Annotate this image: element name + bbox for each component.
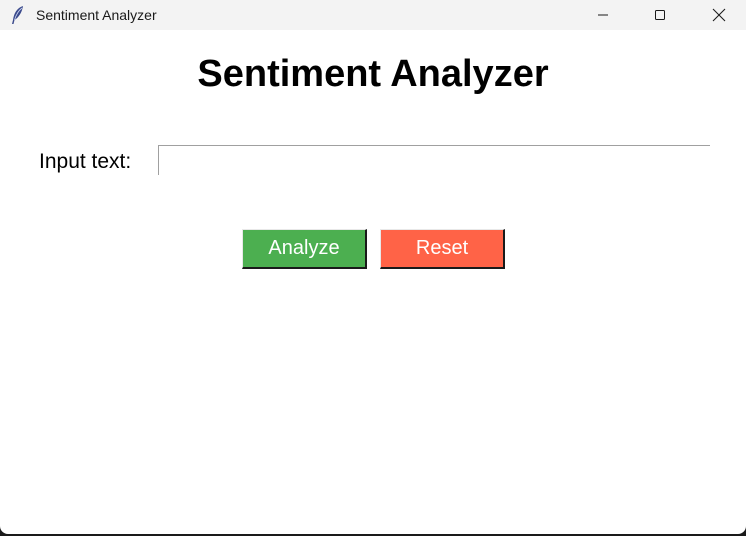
app-window: Sentiment Analyzer Sentiment Analyzer In… (0, 0, 746, 534)
analyze-button[interactable]: Analyze (242, 229, 367, 269)
maximize-icon (655, 10, 665, 20)
maximize-button[interactable] (637, 0, 683, 30)
minimize-button[interactable] (580, 0, 626, 30)
close-icon (712, 8, 726, 22)
input-text-label: Input text: (39, 150, 132, 173)
window-title: Sentiment Analyzer (36, 7, 157, 23)
title-bar[interactable]: Sentiment Analyzer (0, 0, 746, 30)
input-text-field[interactable] (158, 145, 710, 175)
close-button[interactable] (696, 0, 742, 30)
minimize-icon (598, 14, 608, 16)
page-title: Sentiment Analyzer (197, 53, 549, 95)
feather-icon (10, 5, 26, 25)
reset-button[interactable]: Reset (380, 229, 505, 269)
